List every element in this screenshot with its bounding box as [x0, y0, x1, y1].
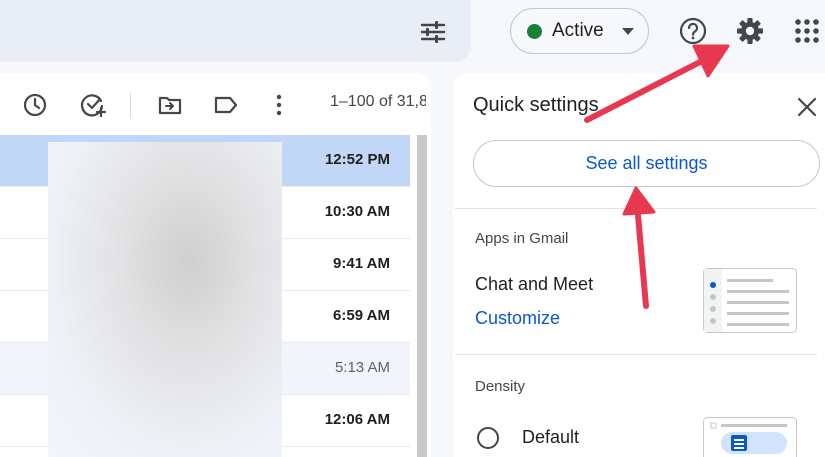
filter-icon[interactable] — [418, 17, 448, 47]
snooze-icon[interactable] — [22, 92, 48, 118]
email-time: 12:06 AM — [324, 411, 390, 428]
annotation-arrowhead — [692, 44, 730, 78]
divider — [455, 354, 817, 355]
email-time: 9:41 AM — [333, 255, 390, 272]
search-bar — [0, 0, 471, 62]
chat-meet-thumbnail — [703, 268, 797, 333]
density-default-thumbnail — [703, 417, 797, 457]
apps-section-title: Apps in Gmail — [475, 230, 569, 247]
status-label: Active — [552, 20, 604, 41]
redacted-region — [48, 142, 282, 457]
close-icon[interactable] — [794, 94, 820, 120]
scrollbar[interactable] — [417, 135, 427, 457]
apps-grid-icon[interactable] — [792, 16, 822, 46]
chat-meet-label: Chat and Meet — [475, 274, 594, 294]
email-time: 6:59 AM — [333, 307, 390, 324]
divider — [455, 208, 817, 209]
add-task-icon[interactable] — [80, 92, 106, 118]
density-section-title: Density — [475, 378, 526, 395]
density-default-radio[interactable] — [477, 427, 499, 449]
customize-link[interactable]: Customize — [475, 308, 560, 329]
more-vert-icon[interactable] — [266, 92, 292, 118]
status-selector[interactable]: Active — [510, 8, 649, 54]
quick-settings-panel — [453, 73, 825, 457]
gear-icon[interactable] — [735, 16, 765, 46]
chevron-down-icon — [621, 27, 634, 35]
pagination-text: 1–100 of 31,874 — [330, 93, 426, 110]
move-to-icon[interactable] — [157, 92, 183, 118]
quick-settings-title: Quick settings — [473, 94, 599, 116]
email-time: 12:52 PM — [324, 151, 390, 168]
label-icon[interactable] — [213, 92, 239, 118]
email-time: 10:30 AM — [324, 203, 390, 220]
see-all-settings-button[interactable]: See all settings — [473, 140, 820, 187]
toolbar-separator — [130, 92, 131, 118]
email-time: 5:13 AM — [334, 359, 390, 376]
density-default-label: Default — [522, 427, 580, 447]
help-icon[interactable] — [678, 16, 708, 46]
status-dot — [527, 23, 542, 39]
